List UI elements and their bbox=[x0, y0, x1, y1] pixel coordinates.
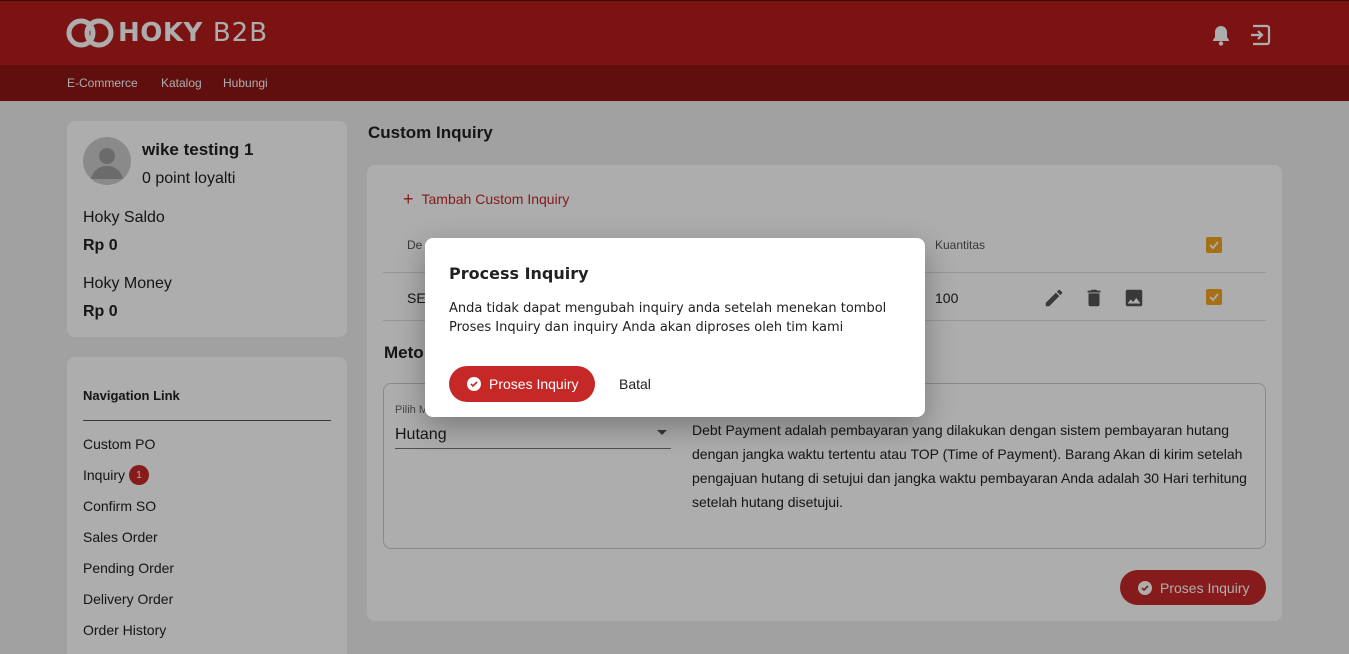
check-circle-icon bbox=[467, 377, 481, 391]
dialog-cancel-button[interactable]: Batal bbox=[619, 376, 651, 392]
dialog-confirm-label: Proses Inquiry bbox=[489, 376, 579, 392]
process-inquiry-dialog: Process Inquiry Anda tidak dapat menguba… bbox=[425, 238, 925, 417]
dialog-confirm-button[interactable]: Proses Inquiry bbox=[449, 366, 595, 402]
dialog-title: Process Inquiry bbox=[449, 264, 589, 283]
dialog-message: Anda tidak dapat mengubah inquiry anda s… bbox=[449, 301, 887, 335]
